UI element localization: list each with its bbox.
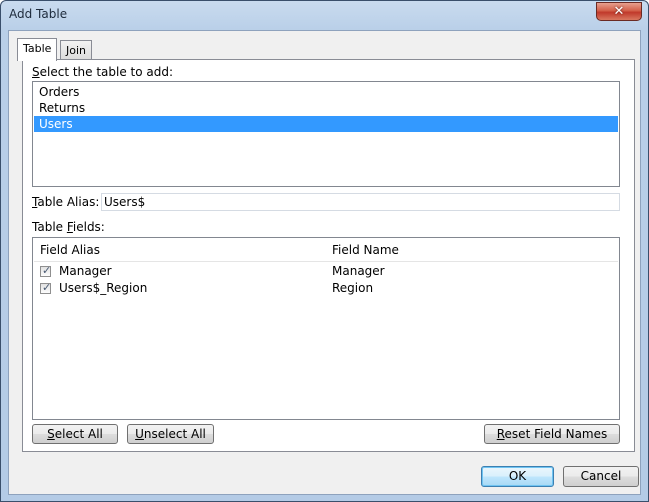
field-name-cell: Manager [332, 264, 385, 278]
fields-header-row: Field Alias Field Name [34, 239, 618, 262]
select-all-button[interactable]: Select All [32, 424, 118, 444]
select-table-label: Select the table to add: [32, 65, 174, 79]
column-header-field-name[interactable]: Field Name [332, 243, 399, 257]
table-alias-label: Table Alias: [32, 195, 100, 209]
tab-join[interactable]: Join [60, 40, 93, 59]
table-alias-input[interactable]: Users$ [101, 193, 620, 211]
list-item-users[interactable]: Users [34, 116, 618, 132]
close-button[interactable]: ✕ [596, 2, 642, 21]
checkmark-icon: ✓ [42, 281, 52, 294]
table-row[interactable]: ✓ Manager Manager [34, 263, 618, 280]
title-bar[interactable]: Add Table ✕ [1, 1, 648, 31]
list-item-returns[interactable]: Returns [34, 100, 618, 116]
field-alias-cell: Manager [59, 264, 112, 278]
table-row[interactable]: ✓ Users$_Region Region [34, 280, 618, 297]
close-icon: ✕ [613, 4, 625, 19]
cancel-button[interactable]: Cancel [563, 466, 639, 487]
ok-button[interactable]: OK [481, 466, 554, 487]
field-checkbox-manager[interactable]: ✓ [40, 264, 52, 277]
dialog-client-area: Table Join Select the table to add: Orde… [8, 30, 641, 495]
tab-table[interactable]: Table [17, 38, 58, 61]
add-table-dialog: Add Table ✕ Table Join Select the table … [0, 0, 649, 502]
table-fields-label: Table Fields: [32, 220, 105, 234]
field-name-cell: Region [332, 281, 374, 295]
window-title: Add Table [9, 7, 68, 21]
reset-field-names-button[interactable]: Reset Field Names [484, 424, 620, 444]
field-checkbox-region[interactable]: ✓ [40, 281, 52, 294]
table-listbox[interactable]: Orders Returns Users [32, 81, 620, 187]
field-alias-cell: Users$_Region [59, 281, 148, 295]
unselect-all-button[interactable]: Unselect All [127, 424, 214, 444]
list-item-orders[interactable]: Orders [34, 84, 618, 100]
column-header-field-alias[interactable]: Field Alias [40, 243, 100, 257]
checkmark-icon: ✓ [42, 264, 52, 277]
fields-listview[interactable]: Field Alias Field Name ✓ Manager Manager… [32, 237, 620, 420]
